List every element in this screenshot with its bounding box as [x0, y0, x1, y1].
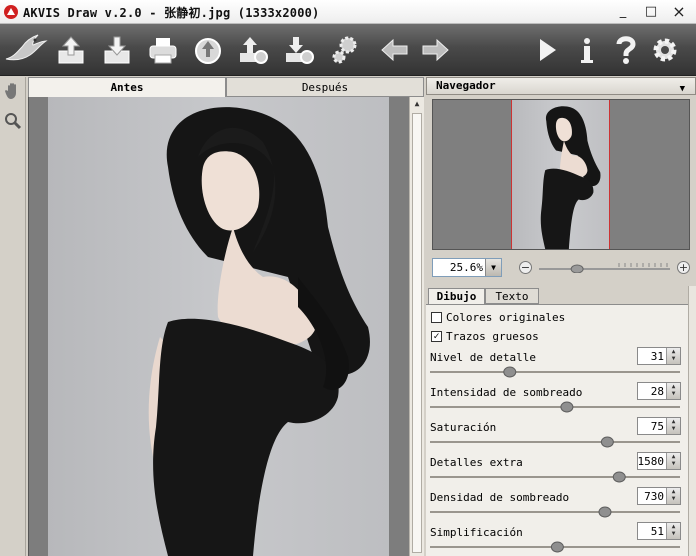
title-bar: AKVIS Draw v.2.0 - 张静初.jpg (1333x2000) _…	[0, 0, 696, 24]
tab-dibujo[interactable]: Dibujo	[428, 288, 485, 304]
run-play-icon[interactable]	[530, 33, 564, 67]
spin-arrows-icon[interactable]: ▲ ▼	[666, 453, 680, 469]
zoom-tool-icon[interactable]	[3, 111, 23, 131]
slider-knob[interactable]	[503, 366, 517, 378]
minimize-button[interactable]: _	[612, 2, 634, 22]
navigator-header[interactable]: Navegador ▼	[426, 77, 696, 95]
tab-before[interactable]: Antes	[28, 77, 226, 97]
navigator-panel: Navegador ▼ 25.6% ▼ − +	[426, 77, 696, 280]
slider-track	[430, 476, 680, 478]
zoom-out-icon[interactable]: −	[519, 261, 532, 274]
navigator-title: Navegador	[436, 79, 496, 92]
zoom-level-select[interactable]: 25.6% ▼	[432, 258, 502, 277]
slider-knob[interactable]	[600, 436, 614, 448]
slider-knob[interactable]	[560, 401, 574, 413]
slider-track	[430, 441, 680, 443]
navigator-preview[interactable]	[432, 99, 690, 250]
settings-gear-icon[interactable]	[648, 33, 682, 67]
spin-arrows-icon[interactable]: ▲ ▼	[666, 348, 680, 364]
value-spinbox[interactable]: 28 ▲ ▼	[637, 382, 681, 400]
param-slider[interactable]	[430, 506, 680, 518]
save-icon[interactable]	[100, 33, 134, 67]
canvas-vertical-scrollbar[interactable]: ▲	[409, 97, 424, 556]
param-slider[interactable]	[430, 471, 680, 483]
open-file-icon[interactable]	[54, 33, 88, 67]
export-settings-icon[interactable]	[282, 33, 316, 67]
zoom-in-icon[interactable]: +	[677, 261, 690, 274]
zoom-slider-knob[interactable]	[570, 264, 584, 274]
window-title: AKVIS Draw v.2.0 - 张静初.jpg (1333x2000)	[23, 6, 320, 20]
value-spinbox[interactable]: 1580 ▲ ▼	[637, 452, 681, 470]
navigator-view-frame[interactable]	[511, 100, 610, 249]
photo	[48, 97, 389, 556]
scroll-thumb[interactable]	[412, 113, 422, 553]
slider-track	[430, 406, 680, 408]
settings-body: Colores originales ✓ Trazos gruesos Nive…	[426, 304, 688, 556]
slider-knob[interactable]	[612, 471, 626, 483]
trazos-gruesos-checkbox[interactable]: ✓	[431, 331, 442, 342]
spin-value: 75	[650, 420, 664, 433]
param-label: Detalles extra	[430, 456, 523, 469]
view-tabs: Antes Después	[28, 77, 424, 97]
param-slider[interactable]	[430, 366, 680, 378]
value-spinbox[interactable]: 31 ▲ ▼	[637, 347, 681, 365]
slider-knob[interactable]	[598, 506, 612, 518]
zoom-slider[interactable]	[539, 263, 670, 274]
spin-value: 730	[644, 490, 664, 503]
import-settings-icon[interactable]	[236, 33, 270, 67]
main-toolbar	[0, 24, 696, 76]
value-spinbox[interactable]: 730 ▲ ▼	[637, 487, 681, 505]
trazos-gruesos-label: Trazos gruesos	[446, 330, 539, 343]
slider-track	[430, 511, 680, 513]
value-spinbox[interactable]: 75 ▲ ▼	[637, 417, 681, 435]
undo-arrow-icon[interactable]	[378, 33, 412, 67]
colores-originales-label: Colores originales	[446, 311, 566, 324]
spin-arrows-icon[interactable]: ▲ ▼	[666, 383, 680, 399]
help-icon[interactable]	[609, 33, 643, 67]
value-spinbox[interactable]: 51 ▲ ▼	[637, 522, 681, 540]
spin-value: 31	[650, 350, 664, 363]
navigator-thumbnail	[540, 106, 601, 249]
spin-arrows-icon[interactable]: ▲ ▼	[666, 488, 680, 504]
spin-value: 1580	[637, 455, 665, 468]
settings-scrollbar[interactable]	[688, 286, 696, 556]
slider-track	[430, 371, 680, 373]
preferences-gears-icon[interactable]	[328, 33, 362, 67]
zoom-level-value: 25.6%	[449, 261, 483, 274]
param-label: Nivel de detalle	[430, 351, 536, 364]
spin-arrows-icon[interactable]: ▲ ▼	[666, 523, 680, 539]
param-slider[interactable]	[430, 401, 680, 413]
settings-panel: Dibujo Texto Colores originales ✓ Trazos…	[426, 282, 696, 556]
param-slider[interactable]	[430, 436, 680, 448]
spin-arrows-icon[interactable]: ▲ ▼	[666, 418, 680, 434]
print-icon[interactable]	[146, 33, 180, 67]
param-label: Saturación	[430, 421, 497, 434]
left-tool-strip	[0, 77, 26, 556]
info-icon[interactable]	[570, 33, 604, 67]
image-canvas[interactable]	[28, 97, 409, 556]
akvis-app-icon	[4, 5, 18, 19]
tab-texto[interactable]: Texto	[485, 288, 539, 304]
param-slider[interactable]	[430, 541, 680, 553]
scroll-up-arrow-icon[interactable]: ▲	[410, 97, 424, 111]
portrait-figure	[148, 107, 370, 556]
maximize-button[interactable]: □	[640, 2, 662, 22]
param-label: Densidad de sombreado	[430, 491, 570, 504]
spin-value: 51	[650, 525, 664, 538]
close-button[interactable]: ×	[668, 2, 690, 22]
param-label: Simplificación	[430, 526, 523, 539]
zoom-dropdown-arrow-icon[interactable]: ▼	[485, 259, 501, 276]
slider-knob[interactable]	[550, 541, 564, 553]
colores-originales-checkbox[interactable]	[431, 312, 442, 323]
tab-after[interactable]: Después	[226, 77, 424, 97]
bird-logo-icon	[2, 29, 48, 71]
redo-arrow-icon[interactable]	[418, 33, 452, 67]
spin-value: 28	[650, 385, 664, 398]
param-label: Intensidad de sombreado	[430, 386, 583, 399]
share-icon[interactable]	[191, 33, 225, 67]
hand-tool-icon[interactable]	[3, 81, 23, 101]
collapse-arrow-icon[interactable]: ▼	[680, 81, 685, 97]
